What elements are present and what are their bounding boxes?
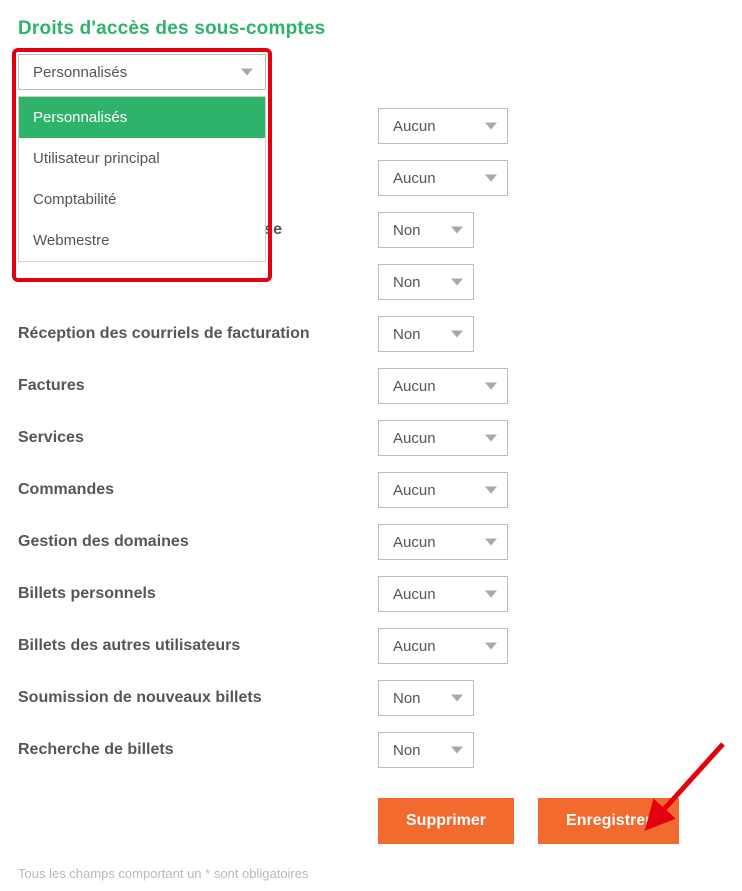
right-row: Réception des courriels de facturation N… [18, 308, 724, 360]
right-select-value: Aucun [393, 170, 436, 187]
right-select-value: Aucun [393, 482, 436, 499]
right-select-value: Non [393, 326, 421, 343]
profile-option-personnalises[interactable]: Personnalisés [19, 97, 265, 138]
chevron-down-icon [485, 591, 497, 598]
profile-option-utilisateur-principal[interactable]: Utilisateur principal [19, 138, 265, 179]
right-select[interactable]: Aucun [378, 524, 508, 560]
right-row: Commandes Aucun [18, 464, 724, 516]
profile-dropdown: Personnalisés Personnalisés Utilisateur … [18, 54, 266, 262]
chevron-down-icon [451, 227, 463, 234]
chevron-down-icon [485, 175, 497, 182]
right-label: Gestion des domaines [18, 533, 378, 551]
right-select-value: Aucun [393, 534, 436, 551]
chevron-down-icon [485, 123, 497, 130]
right-label: Billets personnels [18, 585, 378, 603]
profile-select-value: Personnalisés [33, 64, 127, 81]
right-label: Billets des autres utilisateurs [18, 637, 378, 655]
section-title: Droits d'accès des sous-comptes [18, 18, 724, 40]
right-select[interactable]: Non [378, 212, 474, 248]
right-select-value: Aucun [393, 638, 436, 655]
chevron-down-icon [451, 279, 463, 286]
right-select[interactable]: Aucun [378, 108, 508, 144]
right-row: Factures Aucun [18, 360, 724, 412]
right-select[interactable]: Non [378, 264, 474, 300]
right-row: Services Aucun [18, 412, 724, 464]
chevron-down-icon [451, 747, 463, 754]
right-row: Recherche de billets Non [18, 724, 724, 776]
right-select[interactable]: Aucun [378, 576, 508, 612]
right-select[interactable]: Aucun [378, 628, 508, 664]
chevron-down-icon [485, 383, 497, 390]
chevron-down-icon [451, 331, 463, 338]
right-select-value: Non [393, 690, 421, 707]
right-label: Réception des courriels de facturation [18, 325, 378, 343]
right-label: Recherche de billets [18, 741, 378, 759]
right-select[interactable]: Non [378, 316, 474, 352]
chevron-down-icon [241, 69, 253, 76]
required-fields-note: Tous les champs comportant un * sont obl… [18, 866, 724, 881]
save-button[interactable]: Enregistrer [538, 798, 679, 844]
right-label: Factures [18, 377, 378, 395]
right-row: Non [18, 256, 724, 308]
profile-select[interactable]: Personnalisés [18, 54, 266, 90]
right-select-value: Aucun [393, 118, 436, 135]
right-select-value: Aucun [393, 378, 436, 395]
right-select[interactable]: Aucun [378, 160, 508, 196]
delete-button[interactable]: Supprimer [378, 798, 514, 844]
right-row: Gestion des domaines Aucun [18, 516, 724, 568]
right-label: Soumission de nouveaux billets [18, 689, 378, 707]
right-label: Services [18, 429, 378, 447]
right-row: Billets personnels Aucun [18, 568, 724, 620]
right-select-value: Aucun [393, 586, 436, 603]
access-rights-form: Personnalisés Personnalisés Utilisateur … [18, 54, 724, 844]
right-select[interactable]: Aucun [378, 472, 508, 508]
chevron-down-icon [485, 643, 497, 650]
right-select-value: Non [393, 742, 421, 759]
chevron-down-icon [451, 695, 463, 702]
right-row: Billets des autres utilisateurs Aucun [18, 620, 724, 672]
right-select[interactable]: Aucun [378, 368, 508, 404]
chevron-down-icon [485, 435, 497, 442]
form-actions: Supprimer Enregistrer [378, 798, 724, 844]
profile-option-webmestre[interactable]: Webmestre [19, 220, 265, 261]
profile-option-comptabilite[interactable]: Comptabilité [19, 179, 265, 220]
right-select-value: Aucun [393, 430, 436, 447]
chevron-down-icon [485, 487, 497, 494]
profile-menu: Personnalisés Utilisateur principal Comp… [18, 96, 266, 262]
right-select[interactable]: Non [378, 680, 474, 716]
right-select-value: Non [393, 274, 421, 291]
right-label: Commandes [18, 481, 378, 499]
right-select-value: Non [393, 222, 421, 239]
right-row: Soumission de nouveaux billets Non [18, 672, 724, 724]
right-select[interactable]: Non [378, 732, 474, 768]
right-select[interactable]: Aucun [378, 420, 508, 456]
chevron-down-icon [485, 539, 497, 546]
